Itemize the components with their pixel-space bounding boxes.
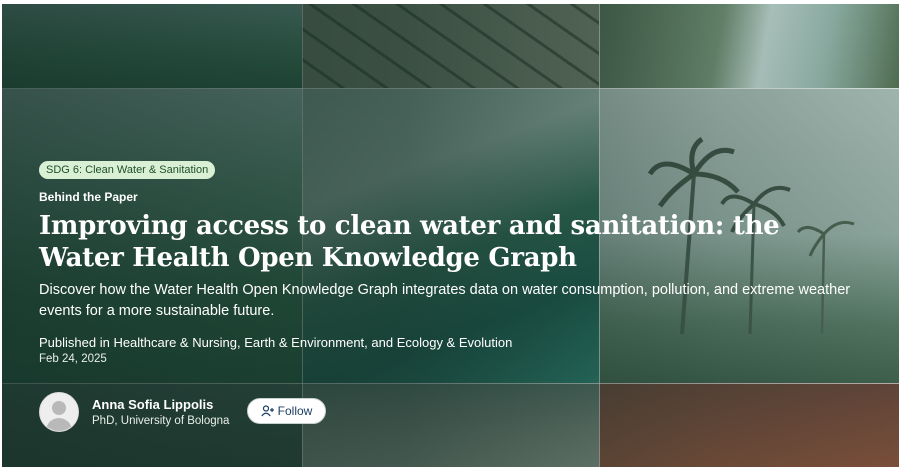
published-in: Published in Healthcare & Nursing, Earth… <box>39 335 513 350</box>
author-name[interactable]: Anna Sofia Lippolis <box>92 397 229 412</box>
publish-date: Feb 24, 2025 <box>39 353 107 365</box>
follow-button[interactable]: Follow <box>247 398 326 424</box>
article-description: Discover how the Water Health Open Knowl… <box>39 282 851 319</box>
author-block[interactable]: Anna Sofia Lippolis PhD, University of B… <box>39 392 229 432</box>
author-info: Anna Sofia Lippolis PhD, University of B… <box>92 397 229 427</box>
add-user-icon <box>260 405 274 417</box>
avatar[interactable] <box>39 392 79 432</box>
follow-label: Follow <box>277 404 313 418</box>
article-kicker: Behind the Paper <box>39 190 138 204</box>
sdg-badge[interactable]: SDG 6: Clean Water & Sanitation <box>39 161 216 179</box>
article-header: SDG 6: Clean Water & Sanitation Behind t… <box>39 160 869 365</box>
author-affiliation: PhD, University of Bologna <box>92 415 230 427</box>
page-title: Improving access to clean water and sani… <box>39 211 780 273</box>
